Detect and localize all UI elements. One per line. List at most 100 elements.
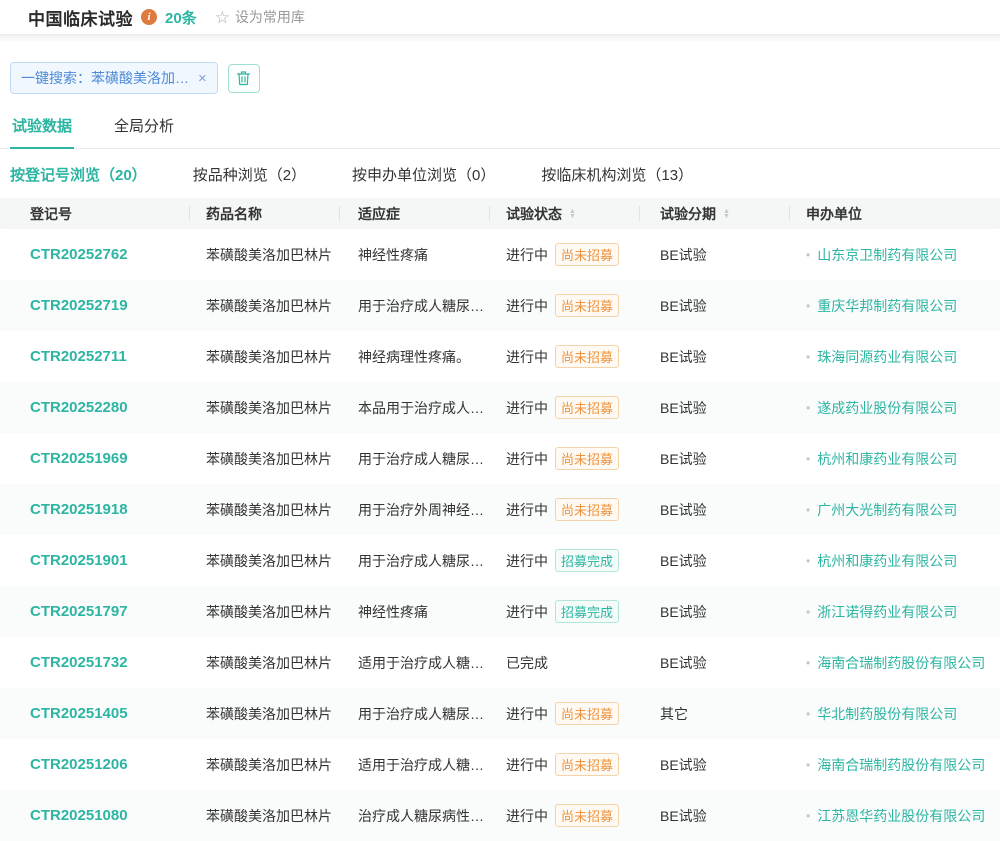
browse-subtab[interactable]: 按登记号浏览（20） <box>10 164 147 185</box>
bullet-icon: • <box>806 350 810 364</box>
registration-number-link[interactable]: CTR20251206 <box>30 756 128 773</box>
registration-number-link[interactable]: CTR20252719 <box>30 297 128 314</box>
indication-cell: 用于治疗成人糖尿… <box>340 704 490 724</box>
trial-phase-cell: BE试验 <box>640 398 790 418</box>
sort-icon[interactable]: ▲ ▼ <box>569 209 576 219</box>
registration-number-link[interactable]: CTR20251080 <box>30 807 128 824</box>
trial-phase-cell: BE试验 <box>640 449 790 469</box>
sponsor-link[interactable]: 遂成药业股份有限公司 <box>817 398 957 418</box>
subtab-label: 按申办单位浏览（0） <box>352 167 495 184</box>
drug-name-cell: 苯磺酸美洛加巴林片 <box>190 347 340 367</box>
table-body: CTR20252762 苯磺酸美洛加巴林片 神经性疼痛 进行中 尚未招募 BE试… <box>0 229 1000 841</box>
status-badge: 尚未招募 <box>555 396 619 419</box>
drug-name-cell: 苯磺酸美洛加巴林片 <box>190 296 340 316</box>
registration-number-link[interactable]: CTR20251405 <box>30 705 128 722</box>
status-badge: 尚未招募 <box>555 243 619 266</box>
registration-number-link[interactable]: CTR20251797 <box>30 603 128 620</box>
trial-status: 进行中 <box>506 398 548 418</box>
status-badge: 尚未招募 <box>555 804 619 827</box>
close-icon[interactable]: × <box>198 71 207 86</box>
browse-subtab[interactable]: 按临床机构浏览（13） <box>541 164 693 185</box>
clear-filters-button[interactable] <box>228 64 260 93</box>
browse-subtab[interactable]: 按申办单位浏览（0） <box>352 164 495 185</box>
registration-number-link[interactable]: CTR20252711 <box>30 348 127 365</box>
set-favorite-button[interactable]: ☆ 设为常用库 <box>215 7 305 27</box>
trial-phase-cell: BE试验 <box>640 500 790 520</box>
column-header: 登记号 ▲ ▼ <box>0 198 190 229</box>
indication-cell: 神经性疼痛 <box>340 245 490 265</box>
trial-phase-cell: BE试验 <box>640 551 790 571</box>
table-row: CTR20251080 苯磺酸美洛加巴林片 治疗成人糖尿病性… 进行中 尚未招募… <box>0 790 1000 841</box>
registration-number-link[interactable]: CTR20251732 <box>30 654 128 671</box>
titlebar: 中国临床试验 i 20条 ☆ 设为常用库 <box>0 0 1000 34</box>
sponsor-link[interactable]: 广州大光制药有限公司 <box>817 500 957 520</box>
sort-icon[interactable]: ▲ ▼ <box>723 209 730 219</box>
sponsor-link[interactable]: 江苏恩华药业股份有限公司 <box>817 806 985 826</box>
column-header: 申办单位 ▲ ▼ <box>790 198 1000 229</box>
trial-phase-cell: BE试验 <box>640 347 790 367</box>
main-tabs: 试验数据 全局分析 <box>0 109 1000 149</box>
trial-status: 进行中 <box>506 755 548 775</box>
tab-label: 全局分析 <box>114 118 174 135</box>
sponsor-link[interactable]: 华北制药股份有限公司 <box>817 704 957 724</box>
browse-subtab[interactable]: 按品种浏览（2） <box>193 164 306 185</box>
drug-name-cell: 苯磺酸美洛加巴林片 <box>190 602 340 622</box>
trial-status: 进行中 <box>506 245 548 265</box>
sponsor-link[interactable]: 山东京卫制药有限公司 <box>817 245 957 265</box>
drug-name-cell: 苯磺酸美洛加巴林片 <box>190 500 340 520</box>
main-tab[interactable]: 全局分析 <box>112 109 176 149</box>
result-count: 20条 <box>165 7 197 28</box>
drug-name-cell: 苯磺酸美洛加巴林片 <box>190 245 340 265</box>
trial-phase-cell: BE试验 <box>640 602 790 622</box>
bullet-icon: • <box>806 554 810 568</box>
column-header: 药品名称 ▲ ▼ <box>190 198 340 229</box>
status-badge: 尚未招募 <box>555 753 619 776</box>
trial-phase-cell: 其它 <box>640 704 790 724</box>
sponsor-link[interactable]: 浙江诺得药业有限公司 <box>817 602 957 622</box>
drug-name-cell: 苯磺酸美洛加巴林片 <box>190 755 340 775</box>
subtab-label: 按临床机构浏览（13） <box>541 167 693 184</box>
sponsor-link[interactable]: 重庆华邦制药有限公司 <box>817 296 957 316</box>
sponsor-link[interactable]: 杭州和康药业有限公司 <box>817 449 957 469</box>
info-icon[interactable]: i <box>141 9 157 25</box>
registration-number-link[interactable]: CTR20251969 <box>30 450 128 467</box>
bullet-icon: • <box>806 656 810 670</box>
registration-number-link[interactable]: CTR20251918 <box>30 501 128 518</box>
drug-name-cell: 苯磺酸美洛加巴林片 <box>190 806 340 826</box>
main-tab[interactable]: 试验数据 <box>10 109 74 149</box>
status-badge: 招募完成 <box>555 600 619 623</box>
page-title: 中国临床试验 <box>28 5 133 30</box>
indication-cell: 治疗成人糖尿病性… <box>340 806 490 826</box>
favorite-label: 设为常用库 <box>235 7 305 27</box>
sort-down-icon: ▼ <box>723 214 730 219</box>
sponsor-link[interactable]: 杭州和康药业有限公司 <box>817 551 957 571</box>
indication-cell: 用于治疗成人糖尿… <box>340 296 490 316</box>
indication-cell: 神经性疼痛 <box>340 602 490 622</box>
bullet-icon: • <box>806 248 810 262</box>
indication-cell: 神经病理性疼痛。 <box>340 347 490 367</box>
trial-status: 已完成 <box>506 653 548 673</box>
trial-phase-cell: BE试验 <box>640 245 790 265</box>
registration-number-link[interactable]: CTR20252280 <box>30 399 128 416</box>
trial-phase-cell: BE试验 <box>640 806 790 826</box>
sponsor-link[interactable]: 珠海同源药业有限公司 <box>817 347 957 367</box>
trial-phase-cell: BE试验 <box>640 296 790 316</box>
table-row: CTR20251732 苯磺酸美洛加巴林片 适用于治疗成人糖… 已完成 BE试验… <box>0 637 1000 688</box>
search-filter-tag[interactable]: 一键搜索：苯磺酸美洛加… × <box>10 62 218 94</box>
sponsor-link[interactable]: 海南合瑞制药股份有限公司 <box>817 755 985 775</box>
tab-label: 试验数据 <box>12 118 72 135</box>
registration-number-link[interactable]: CTR20252762 <box>30 246 128 263</box>
trial-status: 进行中 <box>506 704 548 724</box>
indication-cell: 适用于治疗成人糖… <box>340 755 490 775</box>
trial-phase-cell: BE试验 <box>640 653 790 673</box>
bullet-icon: • <box>806 503 810 517</box>
registration-number-link[interactable]: CTR20251901 <box>30 552 128 569</box>
browse-subtabs: 按登记号浏览（20） 按品种浏览（2） 按申办单位浏览（0） 按临床机构浏览（1… <box>0 149 1000 198</box>
column-header: 试验分期 ▲ ▼ <box>640 198 790 229</box>
status-badge: 尚未招募 <box>555 294 619 317</box>
trial-status: 进行中 <box>506 500 548 520</box>
sponsor-link[interactable]: 海南合瑞制药股份有限公司 <box>817 653 985 673</box>
table-row: CTR20252719 苯磺酸美洛加巴林片 用于治疗成人糖尿… 进行中 尚未招募… <box>0 280 1000 331</box>
column-header-label: 登记号 <box>30 204 72 224</box>
table-row: CTR20251797 苯磺酸美洛加巴林片 神经性疼痛 进行中 招募完成 BE试… <box>0 586 1000 637</box>
